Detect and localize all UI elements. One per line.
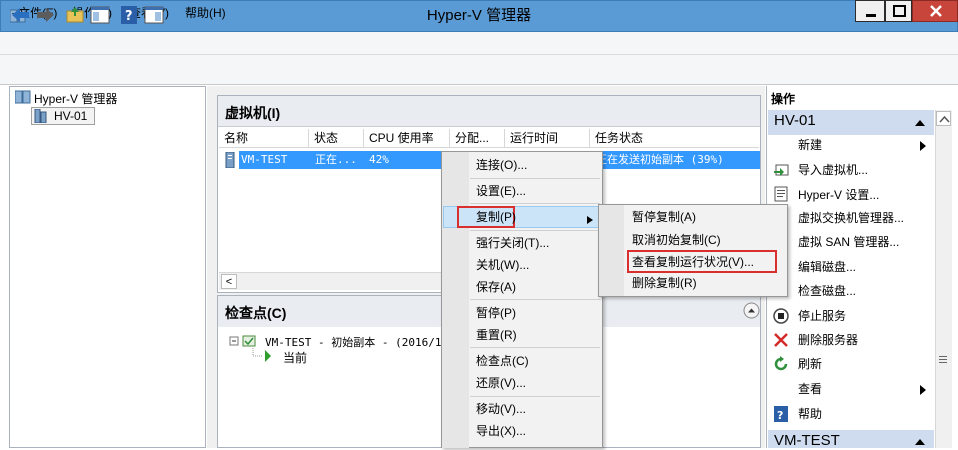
sub-cancel-initial-replication[interactable]: 取消初始复制(C) xyxy=(632,229,721,251)
context-menu-gutter xyxy=(442,152,469,448)
scroll-left-button[interactable]: < xyxy=(221,274,237,289)
column-name[interactable]: 名称 xyxy=(219,129,309,148)
stop-service-icon xyxy=(773,308,789,324)
maximize-button[interactable] xyxy=(885,0,912,22)
action-view[interactable]: 查看 xyxy=(798,379,822,399)
scroll-up-arrow-icon[interactable] xyxy=(936,111,951,126)
import-vm-icon xyxy=(773,162,789,178)
ctx-connect[interactable]: 连接(O)... xyxy=(476,154,527,176)
show-hide-action-pane-icon[interactable] xyxy=(143,4,165,26)
ctx-replication[interactable]: 复制(P) xyxy=(476,206,516,228)
column-cpu[interactable]: CPU 使用率 xyxy=(364,129,450,148)
vm-panel-title: 虚拟机(I) xyxy=(225,105,281,121)
column-memory[interactable]: 分配... xyxy=(450,129,505,148)
toolbar xyxy=(0,55,958,85)
folder-up-icon[interactable] xyxy=(64,4,86,26)
actions-pane xyxy=(766,86,958,448)
server-icon xyxy=(34,108,48,124)
ctx-move[interactable]: 移动(V)... xyxy=(476,398,526,420)
ctx-reset[interactable]: 重置(R) xyxy=(476,324,517,346)
collapse-up-icon[interactable] xyxy=(743,302,760,319)
section-collapse-icon[interactable] xyxy=(914,117,926,127)
action-inspect-disk[interactable]: 检查磁盘... xyxy=(798,281,856,301)
console-tree xyxy=(9,86,206,448)
menu-help[interactable]: 帮助(H) xyxy=(185,4,226,20)
minimize-button[interactable] xyxy=(855,0,885,22)
column-uptime[interactable]: 运行时间 xyxy=(505,129,590,148)
ctx-separator xyxy=(470,299,600,300)
vm-section-collapse-icon[interactable] xyxy=(914,436,926,446)
tree-root-hyperv-manager[interactable]: Hyper-V 管理器 xyxy=(34,90,117,107)
actions-vm-section-title: VM-TEST xyxy=(774,432,840,449)
vm-state: 正在... xyxy=(315,153,357,166)
ctx-turn-off[interactable]: 强行关闭(T)... xyxy=(476,232,549,254)
ctx-save[interactable]: 保存(A) xyxy=(476,276,516,298)
vm-task-status: 正在发送初始副本 (39%) xyxy=(596,153,724,166)
checkpoint-current[interactable]: 当前 xyxy=(283,349,307,366)
vm-panel-header xyxy=(218,96,760,127)
ctx-submenu-arrow-icon xyxy=(587,213,593,224)
action-help[interactable]: 帮助 xyxy=(798,404,822,424)
ctx-separator xyxy=(470,203,600,204)
actions-vertical-scrollbar[interactable] xyxy=(935,110,952,448)
sub-pause-replication[interactable]: 暂停复制(A) xyxy=(632,206,696,228)
vm-table-header: 名称 状态 CPU 使用率 分配... 运行时间 任务状态 xyxy=(219,129,759,148)
ctx-separator xyxy=(470,347,600,348)
actions-section-title: HV-01 xyxy=(774,112,816,129)
vm-icon xyxy=(225,151,235,169)
checkpoint-tree-expander-icon[interactable] xyxy=(229,334,259,348)
ctx-separator xyxy=(470,230,600,231)
sub-view-replication-health[interactable]: 查看复制运行状况(V)... xyxy=(632,251,754,273)
ctx-separator xyxy=(470,178,600,179)
column-task-status[interactable]: 任务状态 xyxy=(590,129,759,148)
current-play-icon xyxy=(252,348,272,364)
ctx-shut-down[interactable]: 关机(W)... xyxy=(476,254,529,276)
sub-remove-replication[interactable]: 删除复制(R) xyxy=(632,272,697,294)
action-hyperv-settings[interactable]: Hyper-V 设置... xyxy=(798,185,879,205)
svg-text:?: ? xyxy=(777,409,783,422)
submenu-arrow-icon xyxy=(919,140,927,151)
show-hide-console-tree-icon[interactable] xyxy=(89,4,111,26)
checkpoint-item[interactable]: VM-TEST - 初始副本 - (2016/1/1 xyxy=(265,334,455,350)
action-remove-server[interactable]: 删除服务器 xyxy=(798,330,858,350)
close-button[interactable] xyxy=(912,0,958,22)
ctx-pause[interactable]: 暂停(P) xyxy=(476,302,516,324)
vm-name: VM-TEST xyxy=(241,153,288,166)
hyperv-manager-icon xyxy=(14,90,31,104)
back-arrow-icon[interactable] xyxy=(10,4,32,26)
tree-item-hv-01[interactable]: HV-01 xyxy=(54,109,87,123)
action-refresh[interactable]: 刷新 xyxy=(798,354,822,374)
submenu-gutter xyxy=(599,205,624,296)
ctx-checkpoint[interactable]: 检查点(C) xyxy=(476,350,529,372)
checkpoint-panel-title: 检查点(C) xyxy=(225,305,287,321)
remove-server-icon xyxy=(773,332,789,348)
action-import-vm[interactable]: 导入虚拟机... xyxy=(798,160,868,180)
column-state[interactable]: 状态 xyxy=(309,129,364,148)
ctx-revert[interactable]: 还原(V)... xyxy=(476,372,526,394)
ctx-export[interactable]: 导出(X)... xyxy=(476,420,526,442)
forward-arrow-icon[interactable] xyxy=(34,4,56,26)
action-stop-service[interactable]: 停止服务 xyxy=(798,306,846,326)
vm-cpu: 42% xyxy=(369,153,389,166)
action-new[interactable]: 新建 xyxy=(798,135,822,155)
view-submenu-arrow-icon xyxy=(919,384,927,395)
help-icon[interactable]: ? xyxy=(118,4,140,26)
refresh-icon xyxy=(773,356,789,372)
menu-bar xyxy=(0,32,958,55)
action-edit-disk[interactable]: 编辑磁盘... xyxy=(798,257,856,277)
help-book-icon: ? xyxy=(773,406,789,422)
actions-title: 操作 xyxy=(771,92,796,106)
action-virtual-san-manager[interactable]: 虚拟 SAN 管理器... xyxy=(798,232,899,252)
svg-text:?: ? xyxy=(125,9,133,24)
scroll-grip-icon[interactable] xyxy=(938,354,948,364)
hyperv-settings-icon xyxy=(773,186,789,202)
action-virtual-switch-manager[interactable]: 虚拟交换机管理器... xyxy=(798,208,904,228)
ctx-separator xyxy=(470,396,600,397)
ctx-settings[interactable]: 设置(E)... xyxy=(476,180,526,202)
